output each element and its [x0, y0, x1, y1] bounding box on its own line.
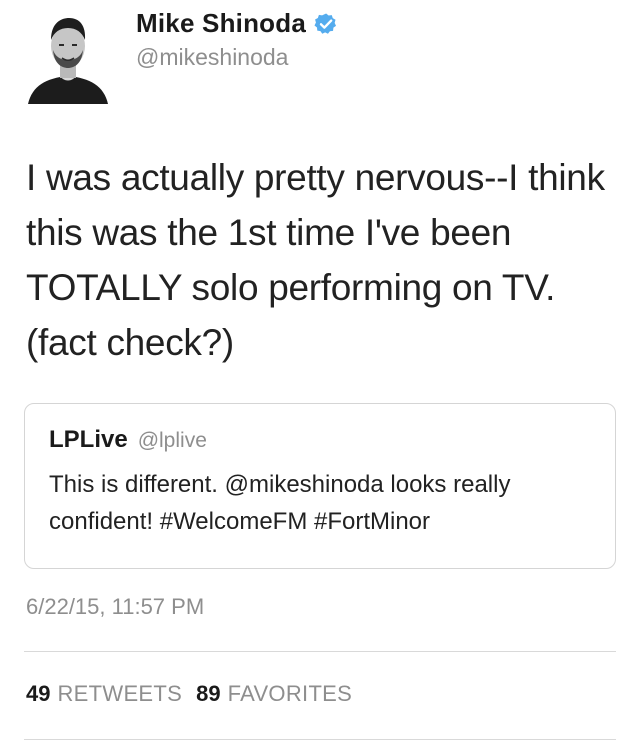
- divider: [24, 739, 616, 740]
- author-handle[interactable]: @mikeshinoda: [136, 44, 288, 71]
- author-display-name[interactable]: Mike Shinoda: [136, 8, 306, 39]
- favorites-stat[interactable]: 89 FAVORITES: [196, 681, 352, 707]
- quoted-author-handle[interactable]: @lplive: [138, 429, 207, 453]
- retweets-count: 49: [26, 681, 51, 706]
- favorites-label: FAVORITES: [227, 681, 353, 706]
- tweet-text: I was actually pretty nervous--I think t…: [26, 157, 605, 363]
- author-name-row: Mike Shinoda: [136, 8, 338, 39]
- retweets-stat[interactable]: 49 RETWEETS: [26, 681, 182, 707]
- tweet-detail: Mike Shinoda @mikeshinoda I was actually…: [0, 0, 640, 742]
- retweets-label: RETWEETS: [57, 681, 183, 706]
- user-avatar-photo-icon: [24, 8, 112, 104]
- quoted-author-name[interactable]: LPLive: [49, 426, 128, 454]
- quoted-tweet-text: This is different. @mikeshinoda looks re…: [49, 471, 511, 535]
- avatar[interactable]: [24, 8, 112, 104]
- quoted-tweet-header: LPLive @lplive: [49, 426, 207, 454]
- favorites-count: 89: [196, 681, 221, 706]
- tweet-stats: 49 RETWEETS 89 FAVORITES: [26, 681, 352, 707]
- verified-badge-icon: [314, 12, 338, 36]
- divider: [24, 651, 616, 652]
- tweet-timestamp: 6/22/15, 11:57 PM: [26, 594, 205, 619]
- quoted-tweet-card[interactable]: LPLive @lplive This is different. @mikes…: [24, 403, 616, 569]
